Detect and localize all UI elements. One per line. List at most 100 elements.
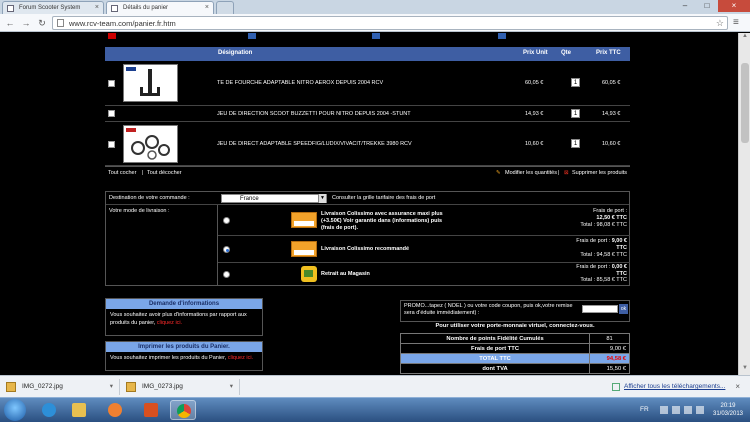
download-item[interactable]: IMG_0273.jpg ▾ [122,379,240,395]
address-bar[interactable]: www.rcv-team.com/panier.fr.htm ☆ [52,16,728,30]
delivery-option[interactable]: Livraison Colissimo recommandé Frais de … [218,236,630,263]
chevron-down-icon[interactable]: ▾ [110,379,113,395]
windows-taskbar: FR 20:19 31/03/2013 [0,397,750,422]
destination-label: Destination de votre commande : [109,195,190,201]
radio-colissimo-assurance[interactable] [223,217,230,224]
forward-icon[interactable]: → [20,17,32,29]
start-button[interactable] [4,399,26,421]
reload-icon[interactable]: ↻ [36,17,48,29]
minimize-icon[interactable]: – [674,0,696,12]
option-fee-block: Frais de port : 12,50 € TTC Total : 98,0… [580,208,627,228]
promo-ok-button[interactable]: ok [619,304,628,314]
network-icon[interactable] [672,406,680,414]
product-name[interactable]: JEU DE DIRECT ADAPTABLE SPEEDFIG/LUDIX/V… [217,141,412,147]
tray-arrow-icon[interactable] [660,406,668,414]
destination-select[interactable]: France ▼ [221,194,327,203]
taskbar-chrome[interactable] [170,400,196,420]
scroll-thumb[interactable] [741,63,749,143]
scroll-down-icon[interactable]: ▼ [739,365,750,375]
promo-code-input[interactable] [582,305,618,313]
panel-text: Vous souhaitez imprimer les produits du … [110,355,227,361]
product-image[interactable] [123,64,178,102]
tab-panier[interactable]: Détails du panier × [106,1,214,14]
header-price-ttc: Prix TTC [596,50,621,56]
quantity-input[interactable]: 1 [571,109,580,118]
flag-icon[interactable] [696,406,704,414]
option-fee-block: Frais de port : 9,00 € TTC Total : 94,58… [576,238,627,258]
vertical-scrollbar[interactable]: ▲ ▼ [738,33,750,375]
close-tab-icon[interactable]: × [205,2,209,14]
partial-red-icon [108,33,116,39]
scroll-up-icon[interactable]: ▲ [739,33,750,43]
print-click-link[interactable]: cliquez ici. [228,355,253,361]
tab-forum[interactable]: Forum Scooter System × [2,1,104,14]
wallet-login-text[interactable]: Pour utiliser votre porte-monnaie virtue… [400,323,630,329]
close-window-icon[interactable]: × [718,0,750,12]
download-item[interactable]: IMG_0272.jpg ▾ [2,379,120,395]
check-all-link[interactable]: Tout cocher [108,170,136,176]
colissimo-logo-icon [291,212,317,228]
taskbar-app[interactable] [138,400,164,420]
browser-toolbar: ← → ↻ www.rcv-team.com/panier.fr.htm ☆ ≡ [0,14,750,32]
show-all-downloads-link[interactable]: Afficher tous les téléchargements... [624,379,725,395]
media-player-icon [108,403,122,417]
taskbar-media[interactable] [102,400,128,420]
close-download-bar-icon[interactable]: × [735,379,740,395]
row-checkbox[interactable] [108,141,115,148]
taskbar-explorer[interactable] [66,400,92,420]
option-title: Livraison Colissimo avec assurance maxi … [321,211,443,231]
separator: | [558,170,560,176]
tab-bar: Forum Scooter System × Détails du panier… [0,0,750,14]
partial-blue-icon [372,33,380,39]
volume-icon[interactable] [684,406,692,414]
delivery-option[interactable]: Retrait au Magasin Frais de port : 0,00 … [218,263,630,285]
update-quantities-link[interactable]: Modifier les quantités [505,170,557,176]
store-icon [301,266,317,282]
option-fee-block: Frais de port : 0,00 € TTC Total : 85,58… [576,264,627,283]
maximize-icon[interactable]: □ [696,0,718,12]
product-name[interactable]: JEU DE DIRECTION SCOOT BUZZETTI POUR NIT… [217,111,411,117]
chevron-down-icon[interactable]: ▾ [230,379,233,395]
close-tab-icon[interactable]: × [95,2,99,14]
shipping-rates-link[interactable]: Consulter la grille tarifaire des frais … [332,195,435,201]
clock[interactable]: 20:19 31/03/2013 [710,402,746,418]
page-content: Désignation Prix Unit Qte Prix TTC TE DE… [0,33,738,375]
app-icon [144,403,158,417]
menu-icon[interactable]: ≡ [733,17,744,28]
radio-colissimo-recommande[interactable] [223,246,230,253]
fork-image-icon [126,67,160,96]
product-image[interactable] [123,125,178,163]
product-unit-price: 60,05 € [525,80,544,86]
destination-row: Destination de votre commande : France ▼… [106,192,629,205]
new-tab-button[interactable] [216,1,234,14]
folder-icon [72,403,86,417]
chevron-down-icon[interactable]: ▼ [318,194,326,203]
radio-retrait-magasin[interactable] [223,271,230,278]
star-icon[interactable]: ☆ [716,17,724,30]
delivery-option[interactable]: Livraison Colissimo avec assurance maxi … [218,205,630,236]
header-designation: Désignation [218,50,253,56]
download-bar: IMG_0272.jpg ▾ IMG_0273.jpg ▾ Afficher t… [0,375,750,397]
delete-products-link[interactable]: Supprimer les produits [572,170,627,176]
chrome-icon [177,404,191,418]
separator: | [142,170,144,176]
info-click-link[interactable]: cliquez ici. [157,320,182,326]
option-title: Livraison Colissimo recommandé [321,246,410,252]
print-cart-panel: Imprimer les produits du Panier. Vous so… [105,341,263,371]
taskbar-ie[interactable] [36,400,62,420]
table-row: JEU DE DIRECTION SCOOT BUZZETTI POUR NIT… [105,106,630,122]
panel-title: Imprimer les produits du Panier. [106,342,262,352]
quantity-input[interactable]: 1 [571,139,580,148]
quantity-input[interactable]: 1 [571,78,580,87]
row-checkbox[interactable] [108,80,115,87]
table-row: JEU DE DIRECT ADAPTABLE SPEEDFIG/LUDIX/V… [105,122,630,166]
uncheck-all-link[interactable]: Tout décocher [147,170,182,176]
product-name[interactable]: TE DE FOURCHE ADAPTABLE NITRO AEROX DEPU… [217,80,383,86]
product-total-price: 14,93 € [602,111,621,117]
image-file-icon [6,382,16,392]
delete-icon: ⊠ [564,170,569,176]
row-checkbox[interactable] [108,110,115,117]
back-icon[interactable]: ← [4,17,16,29]
totals-table: Nombre de points Fidélité Cumulés 81 Fra… [399,333,630,374]
language-indicator[interactable]: FR [640,406,649,413]
